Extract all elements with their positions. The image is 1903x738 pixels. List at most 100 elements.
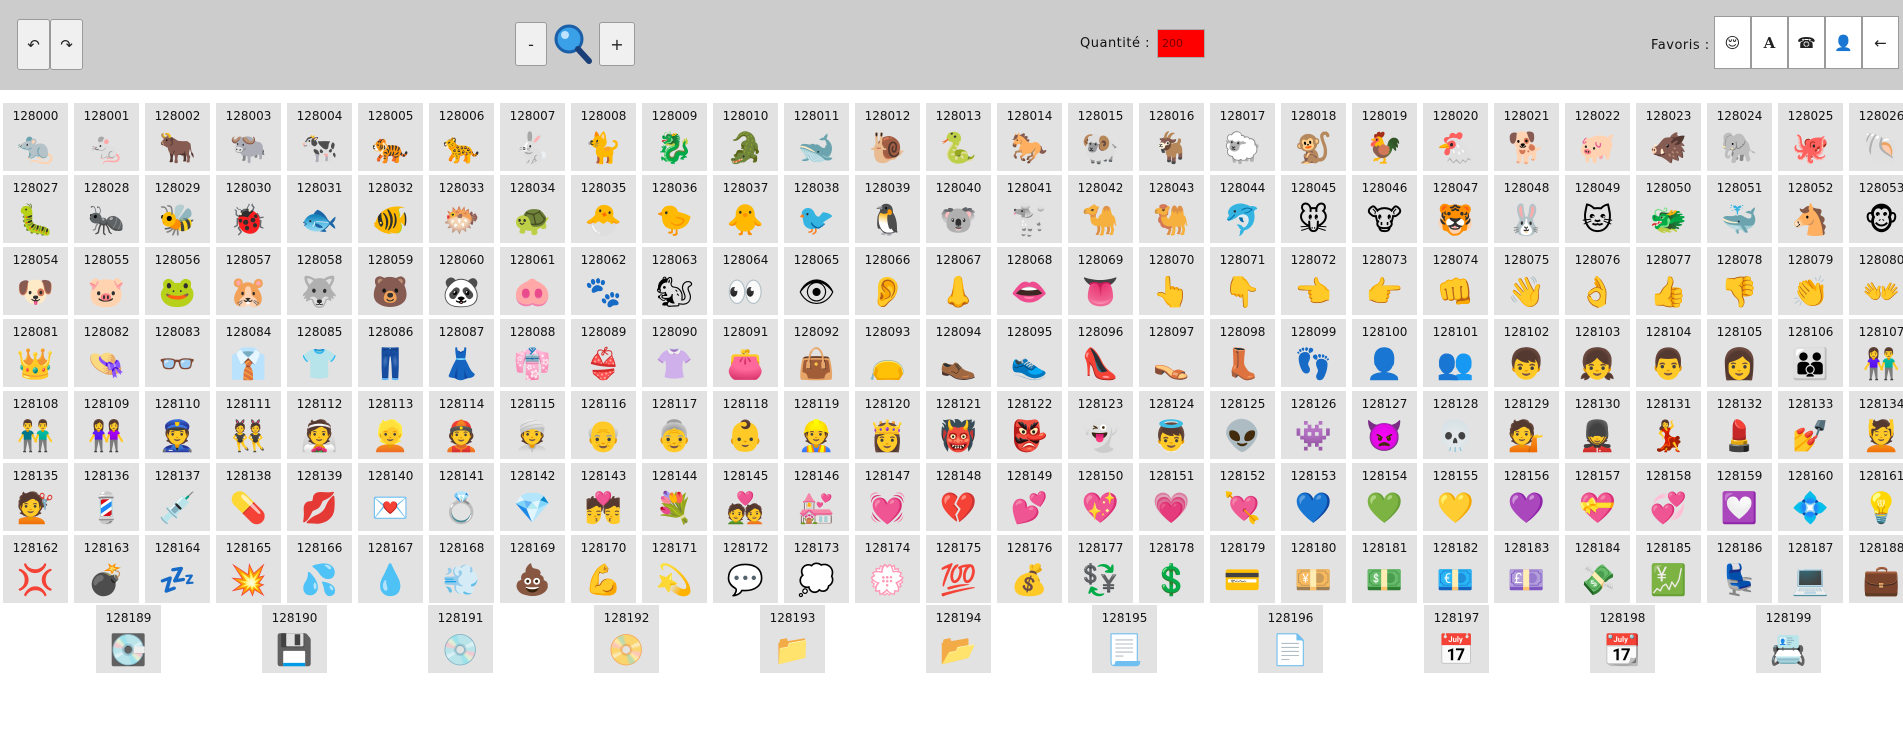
- emoji-cell[interactable]: 128189 💽: [96, 605, 161, 673]
- emoji-cell[interactable]: 128020 🐔: [1423, 103, 1488, 171]
- emoji-cell[interactable]: 128161 💡: [1849, 463, 1903, 531]
- emoji-cell[interactable]: 128056 🐸: [145, 247, 210, 315]
- emoji-cell[interactable]: 128105 👩: [1707, 319, 1772, 387]
- emoji-cell[interactable]: 128047 🐯: [1423, 175, 1488, 243]
- emoji-cell[interactable]: 128168 💨: [429, 535, 494, 603]
- emoji-cell[interactable]: 128140 💌: [358, 463, 423, 531]
- emoji-cell[interactable]: 128026 🐚: [1849, 103, 1903, 171]
- emoji-cell[interactable]: 128131 💃: [1636, 391, 1701, 459]
- emoji-cell[interactable]: 128169 💩: [500, 535, 565, 603]
- emoji-cell[interactable]: 128039 🐧: [855, 175, 920, 243]
- emoji-cell[interactable]: 128086 👖: [358, 319, 423, 387]
- emoji-cell[interactable]: 128023 🐗: [1636, 103, 1701, 171]
- emoji-cell[interactable]: 128051 🐳: [1707, 175, 1772, 243]
- emoji-cell[interactable]: 128190 💾: [262, 605, 327, 673]
- emoji-cell[interactable]: 128080 👐: [1849, 247, 1903, 315]
- emoji-cell[interactable]: 128046 🐮: [1352, 175, 1417, 243]
- emoji-cell[interactable]: 128091 👛: [713, 319, 778, 387]
- emoji-cell[interactable]: 128000 🐀: [3, 103, 68, 171]
- emoji-cell[interactable]: 128147 💓: [855, 463, 920, 531]
- emoji-cell[interactable]: 128185 💹: [1636, 535, 1701, 603]
- emoji-cell[interactable]: 128043 🐫: [1139, 175, 1204, 243]
- emoji-cell[interactable]: 128055 🐷: [74, 247, 139, 315]
- emoji-cell[interactable]: 128152 💘: [1210, 463, 1275, 531]
- emoji-cell[interactable]: 128132 💄: [1707, 391, 1772, 459]
- emoji-cell[interactable]: 128009 🐉: [642, 103, 707, 171]
- favorite-button-3[interactable]: ☎: [1788, 16, 1825, 69]
- emoji-cell[interactable]: 128092 👜: [784, 319, 849, 387]
- emoji-cell[interactable]: 128195 📃: [1092, 605, 1157, 673]
- emoji-cell[interactable]: 128137 💉: [145, 463, 210, 531]
- emoji-cell[interactable]: 128125 👽: [1210, 391, 1275, 459]
- emoji-cell[interactable]: 128067 👃: [926, 247, 991, 315]
- emoji-cell[interactable]: 128163 💣: [74, 535, 139, 603]
- emoji-cell[interactable]: 128176 💰: [997, 535, 1062, 603]
- emoji-cell[interactable]: 128101 👥: [1423, 319, 1488, 387]
- emoji-cell[interactable]: 128029 🐝: [145, 175, 210, 243]
- emoji-cell[interactable]: 128182 💶: [1423, 535, 1488, 603]
- emoji-cell[interactable]: 128154 💚: [1352, 463, 1417, 531]
- emoji-cell[interactable]: 128174 💮: [855, 535, 920, 603]
- emoji-cell[interactable]: 128175 💯: [926, 535, 991, 603]
- emoji-cell[interactable]: 128191 💿: [428, 605, 493, 673]
- emoji-cell[interactable]: 128066 👂: [855, 247, 920, 315]
- emoji-cell[interactable]: 128197 📅: [1424, 605, 1489, 673]
- emoji-cell[interactable]: 128165 💥: [216, 535, 281, 603]
- emoji-cell[interactable]: 128068 👄: [997, 247, 1062, 315]
- emoji-cell[interactable]: 128018 🐒: [1281, 103, 1346, 171]
- emoji-cell[interactable]: 128113 👱: [358, 391, 423, 459]
- emoji-cell[interactable]: 128011 🐋: [784, 103, 849, 171]
- emoji-cell[interactable]: 128164 💤: [145, 535, 210, 603]
- emoji-cell[interactable]: 128109 👭: [74, 391, 139, 459]
- emoji-cell[interactable]: 128172 💬: [713, 535, 778, 603]
- emoji-cell[interactable]: 128199 📇: [1756, 605, 1821, 673]
- emoji-cell[interactable]: 128116 👴: [571, 391, 636, 459]
- emoji-cell[interactable]: 128071 👇: [1210, 247, 1275, 315]
- emoji-cell[interactable]: 128050 🐲: [1636, 175, 1701, 243]
- emoji-cell[interactable]: 128108 👬: [3, 391, 68, 459]
- emoji-cell[interactable]: 128058 🐺: [287, 247, 352, 315]
- undo-button[interactable]: ↶: [17, 19, 50, 70]
- emoji-cell[interactable]: 128028 🐜: [74, 175, 139, 243]
- zoom-out-button[interactable]: -: [515, 22, 547, 66]
- emoji-cell[interactable]: 128064 👀: [713, 247, 778, 315]
- emoji-cell[interactable]: 128025 🐙: [1778, 103, 1843, 171]
- emoji-cell[interactable]: 128042 🐪: [1068, 175, 1133, 243]
- emoji-cell[interactable]: 128062 🐾: [571, 247, 636, 315]
- emoji-cell[interactable]: 128041 🐩: [997, 175, 1062, 243]
- emoji-cell[interactable]: 128143 💏: [571, 463, 636, 531]
- emoji-cell[interactable]: 128171 💫: [642, 535, 707, 603]
- emoji-cell[interactable]: 128060 🐼: [429, 247, 494, 315]
- emoji-cell[interactable]: 128127 👿: [1352, 391, 1417, 459]
- emoji-cell[interactable]: 128128 💀: [1423, 391, 1488, 459]
- emoji-cell[interactable]: 128030 🐞: [216, 175, 281, 243]
- emoji-cell[interactable]: 128133 💅: [1778, 391, 1843, 459]
- emoji-cell[interactable]: 128016 🐐: [1139, 103, 1204, 171]
- favorite-button-4[interactable]: 👤: [1825, 16, 1862, 69]
- emoji-cell[interactable]: 128107 👫: [1849, 319, 1903, 387]
- favorite-button-2[interactable]: A: [1751, 16, 1788, 69]
- emoji-cell[interactable]: 128118 👶: [713, 391, 778, 459]
- emoji-cell[interactable]: 128159 💟: [1707, 463, 1772, 531]
- emoji-cell[interactable]: 128031 🐟: [287, 175, 352, 243]
- emoji-cell[interactable]: 128077 👍: [1636, 247, 1701, 315]
- emoji-cell[interactable]: 128045 🐭: [1281, 175, 1346, 243]
- emoji-cell[interactable]: 128063 🐿: [642, 247, 707, 315]
- emoji-cell[interactable]: 128096 👠: [1068, 319, 1133, 387]
- emoji-cell[interactable]: 128097 👡: [1139, 319, 1204, 387]
- emoji-cell[interactable]: 128124 👼: [1139, 391, 1204, 459]
- emoji-cell[interactable]: 128073 👉: [1352, 247, 1417, 315]
- emoji-cell[interactable]: 128120 👸: [855, 391, 920, 459]
- emoji-cell[interactable]: 128192 📀: [594, 605, 659, 673]
- emoji-cell[interactable]: 128019 🐓: [1352, 103, 1417, 171]
- emoji-cell[interactable]: 128085 👕: [287, 319, 352, 387]
- emoji-cell[interactable]: 128150 💖: [1068, 463, 1133, 531]
- emoji-cell[interactable]: 128110 👮: [145, 391, 210, 459]
- emoji-cell[interactable]: 128038 🐦: [784, 175, 849, 243]
- emoji-cell[interactable]: 128015 🐏: [1068, 103, 1133, 171]
- emoji-cell[interactable]: 128094 👞: [926, 319, 991, 387]
- emoji-cell[interactable]: 128035 🐣: [571, 175, 636, 243]
- emoji-cell[interactable]: 128032 🐠: [358, 175, 423, 243]
- emoji-cell[interactable]: 128065 👁: [784, 247, 849, 315]
- emoji-cell[interactable]: 128148 💔: [926, 463, 991, 531]
